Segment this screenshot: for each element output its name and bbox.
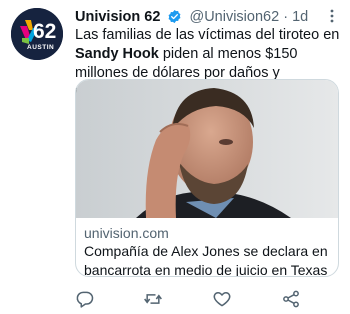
like-icon[interactable] <box>212 289 234 311</box>
more-icon[interactable] <box>324 8 340 26</box>
separator-dot: · <box>283 9 289 25</box>
tweet-timestamp[interactable]: 1d <box>292 9 308 25</box>
retweet-icon[interactable] <box>143 289 165 311</box>
tweet-text-bold[interactable]: Sandy Hook <box>75 46 159 62</box>
card-title[interactable]: Compañía de Alex Jones se declara en ban… <box>84 242 330 276</box>
share-icon[interactable] <box>281 289 303 311</box>
author-handle[interactable]: @Univision62 <box>189 9 279 25</box>
avatar-number: 62 <box>33 20 57 43</box>
card-meta: univision.com Compañía de Alex Jones se … <box>84 224 330 276</box>
card-domain: univision.com <box>84 225 169 241</box>
reply-icon[interactable] <box>75 289 97 311</box>
tweet-text-part: Las familias de las víctimas del tiroteo… <box>75 27 340 43</box>
card-image[interactable] <box>76 80 338 218</box>
link-card[interactable]: univision.com Compañía de Alex Jones se … <box>75 79 339 277</box>
avatar[interactable]: 62 AUSTIN <box>11 8 63 60</box>
tweet-header: Univision 62 @Univision62 · 1d <box>75 8 340 26</box>
author-name[interactable]: Univision 62 <box>75 9 160 25</box>
avatar-city: AUSTIN <box>27 44 55 51</box>
action-bar <box>75 289 315 311</box>
